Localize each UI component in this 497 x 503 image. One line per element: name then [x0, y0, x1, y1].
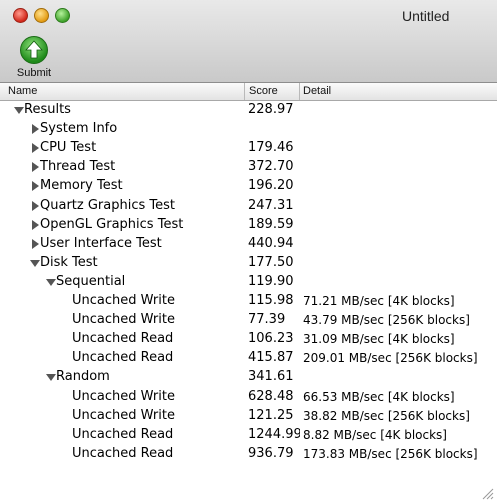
- row-score: 1244.99: [248, 426, 300, 442]
- row-score: 115.98: [248, 293, 294, 308]
- detail-column-header[interactable]: Detail: [303, 85, 331, 97]
- row-score: 228.97: [248, 102, 294, 117]
- window-titlebar: Untitled Submit: [0, 0, 497, 83]
- disclosure-collapsed-icon[interactable]: [30, 238, 40, 249]
- row-score: 106.23: [248, 331, 294, 347]
- outline-row[interactable]: Results 228.97: [0, 101, 497, 120]
- outline-row[interactable]: Uncached Write 115.98 71.21 MB/sec [4K blo…: [0, 292, 497, 311]
- disclosure-collapsed-icon[interactable]: [30, 200, 40, 211]
- row-name: Results: [24, 102, 71, 117]
- minimize-window-button[interactable]: [34, 8, 49, 23]
- row-name: Uncached Write: [72, 388, 175, 404]
- row-name: Uncached Write: [72, 293, 175, 308]
- row-detail: 209.01 MB/sec [256K blocks]: [303, 351, 478, 366]
- disclosure-expanded-icon[interactable]: [46, 372, 56, 382]
- disclosure-collapsed-icon[interactable]: [30, 143, 40, 154]
- outline-row[interactable]: Memory Test 196.20: [0, 177, 497, 196]
- outline-row[interactable]: User Interface Test 440.94: [0, 235, 497, 254]
- row-score: 372.70: [248, 159, 294, 175]
- row-name: Disk Test: [40, 254, 98, 270]
- row-score: 936.79: [248, 445, 294, 461]
- row-name: Uncached Read: [72, 426, 174, 442]
- row-name: Uncached Read: [72, 350, 174, 366]
- row-detail: 38.82 MB/sec [256K blocks]: [303, 408, 470, 423]
- row-name: Sequential: [56, 273, 126, 289]
- up-arrow-icon: [20, 36, 48, 64]
- row-score: 440.94: [248, 235, 294, 251]
- row-score: 179.46: [248, 140, 294, 156]
- column-separator[interactable]: [244, 83, 245, 100]
- outline-row[interactable]: System Info: [0, 120, 497, 139]
- outline-row[interactable]: Random 341.61: [0, 368, 497, 387]
- disclosure-collapsed-icon[interactable]: [30, 219, 40, 230]
- disclosure-expanded-icon[interactable]: [46, 277, 56, 287]
- name-column-header[interactable]: Name: [8, 85, 37, 97]
- column-header: Name Score Detail: [0, 83, 497, 101]
- outline-row[interactable]: Sequential 119.90: [0, 273, 497, 292]
- row-name: CPU Test: [40, 140, 97, 156]
- row-name: Random: [56, 369, 110, 385]
- row-detail: 8.82 MB/sec [4K blocks]: [303, 427, 447, 442]
- row-score: 77.39: [248, 312, 286, 328]
- row-score: 121.25: [248, 407, 294, 423]
- row-score: 177.50: [248, 254, 294, 270]
- outline-row[interactable]: Quartz Graphics Test 247.31: [0, 197, 497, 216]
- outline-row[interactable]: Uncached Read 1244.99 8.82 MB/sec [4K bloc…: [0, 426, 497, 445]
- outline-row[interactable]: Uncached Write 628.48 66.53 MB/sec [4K blo…: [0, 388, 497, 407]
- outline-row[interactable]: Uncached Write 77.39 43.79 MB/sec [256K bl…: [0, 311, 497, 330]
- outline-row[interactable]: Thread Test 372.70: [0, 158, 497, 177]
- disclosure-collapsed-icon[interactable]: [30, 162, 40, 173]
- row-detail: 66.53 MB/sec [4K blocks]: [303, 389, 455, 404]
- outline-row[interactable]: CPU Test 179.46: [0, 139, 497, 158]
- row-score: 415.87: [248, 350, 294, 366]
- resize-grip-icon[interactable]: [482, 488, 494, 500]
- row-name: Memory Test: [40, 178, 123, 194]
- row-score: 196.20: [248, 178, 294, 194]
- row-name: OpenGL Graphics Test: [40, 216, 184, 232]
- outline-row[interactable]: Disk Test 177.50: [0, 254, 497, 273]
- outline-row[interactable]: Uncached Read 936.79 173.83 MB/sec [256K b…: [0, 445, 497, 464]
- row-score: 341.61: [248, 369, 294, 385]
- row-detail: 31.09 MB/sec [4K blocks]: [303, 332, 455, 347]
- row-name: Uncached Read: [72, 445, 174, 461]
- row-score: 628.48: [248, 388, 294, 404]
- row-name: User Interface Test: [40, 235, 162, 251]
- row-score: 189.59: [248, 216, 294, 232]
- row-name: Uncached Read: [72, 331, 174, 347]
- row-detail: 173.83 MB/sec [256K blocks]: [303, 446, 478, 461]
- zoom-window-button[interactable]: [55, 8, 70, 23]
- row-detail: 71.21 MB/sec [4K blocks]: [303, 294, 455, 308]
- score-column-header[interactable]: Score: [249, 85, 278, 97]
- disclosure-collapsed-icon[interactable]: [30, 181, 40, 192]
- outline-row[interactable]: Uncached Write 121.25 38.82 MB/sec [256K b…: [0, 407, 497, 426]
- row-name: Quartz Graphics Test: [40, 197, 175, 213]
- row-name: System Info: [40, 121, 118, 137]
- window-title: Untitled: [402, 8, 450, 24]
- row-score: 119.90: [248, 273, 294, 289]
- close-window-button[interactable]: [13, 8, 28, 23]
- outline-row[interactable]: Uncached Read 415.87 209.01 MB/sec [256K b…: [0, 349, 497, 368]
- row-name: Uncached Write: [72, 312, 175, 328]
- submit-label: Submit: [16, 67, 52, 79]
- outline-row[interactable]: Uncached Read 106.23 31.09 MB/sec [4K bloc…: [0, 330, 497, 349]
- outline-row[interactable]: OpenGL Graphics Test 189.59: [0, 216, 497, 235]
- column-separator[interactable]: [299, 83, 300, 100]
- disclosure-expanded-icon[interactable]: [14, 105, 24, 115]
- row-name: Thread Test: [40, 159, 116, 175]
- submit-button[interactable]: Submit: [10, 36, 58, 80]
- row-name: Uncached Write: [72, 407, 175, 423]
- row-score: 247.31: [248, 197, 294, 213]
- disclosure-expanded-icon[interactable]: [30, 258, 40, 268]
- disclosure-collapsed-icon[interactable]: [30, 124, 40, 135]
- row-detail: 43.79 MB/sec [256K blocks]: [303, 313, 470, 328]
